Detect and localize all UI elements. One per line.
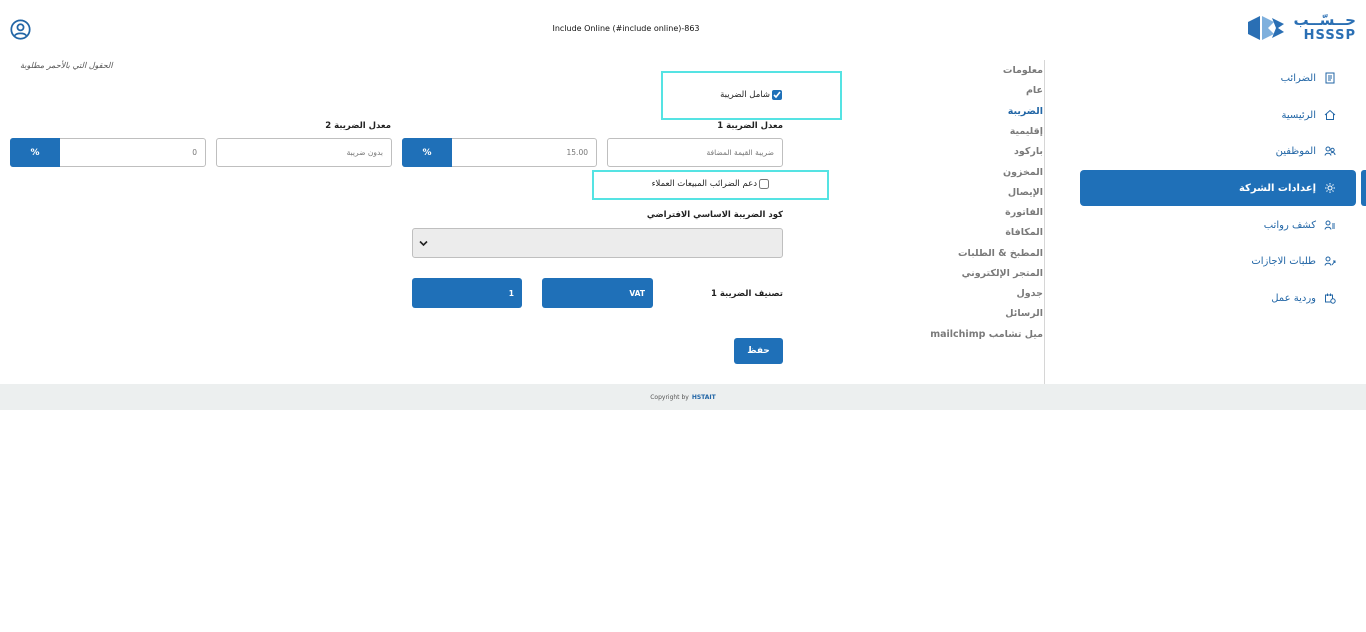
subnav-item-receipt[interactable]: الإيصال [1008, 187, 1043, 198]
tax-class-value-button[interactable]: 1 [412, 278, 522, 308]
tax-inclusive-highlight: شامل الضريبة [661, 71, 842, 120]
subnav-item-kitchen-orders[interactable]: المطبخ & الطلبات [958, 248, 1043, 259]
tax1-rate-value: 15.00 [566, 148, 588, 157]
users-icon [1324, 146, 1336, 156]
tax-inclusive-label: شامل الضريبة [720, 90, 770, 100]
logo-english: HSSSP [1303, 28, 1356, 43]
logo: حــسّــب HSSSP [1246, 10, 1356, 46]
page-title: Include Online (#include online)-863 [552, 24, 700, 33]
payroll-icon [1324, 220, 1335, 230]
sidebar-item-label: إعدادات الشركة [1238, 182, 1316, 194]
subnav-item-mailchimp[interactable]: mailchimp ميل تشامب [930, 329, 1043, 340]
footer: Copyright by HSTAIT [0, 384, 1366, 410]
tax-rate1-label: معدل الضريبة 1 [717, 121, 783, 131]
tax1-name-input[interactable]: ضريبة القيمة المضافة [607, 138, 783, 167]
subnav-item-reward[interactable]: المكافاة [1005, 227, 1043, 238]
sidebar-item-label: الموظفين [1275, 145, 1316, 157]
tax2-name-input[interactable]: بدون ضريبة [216, 138, 392, 167]
sidebar-item-label: الرئيسية [1281, 109, 1316, 121]
customer-sales-tax-row: دعم الضرائب المبيعات العملاء [652, 179, 769, 189]
subnav-item-online-store[interactable]: المتجر الإلكتروني [962, 268, 1043, 279]
receipt-icon [1325, 72, 1335, 84]
section-divider [1044, 60, 1045, 384]
sidebar-item-work-shift[interactable]: وردية عمل [1080, 280, 1356, 316]
user-profile-icon[interactable] [10, 19, 31, 40]
tax-class-label: تصنيف الضريبة 1 [710, 289, 783, 299]
tax-inclusive-row: شامل الضريبة [720, 90, 782, 100]
customer-sales-tax-label: دعم الضرائب المبيعات العملاء [651, 179, 757, 189]
home-icon [1324, 109, 1336, 120]
subnav-item-regional[interactable]: إقليمية [1010, 126, 1043, 137]
sidebar-item-company-settings[interactable]: إعدادات الشركة [1080, 170, 1356, 206]
sidebar-item-label: الضرائب [1280, 72, 1316, 84]
chevron-down-icon [419, 240, 428, 247]
sidebar-item-employees[interactable]: الموظفين [1080, 133, 1356, 169]
tax-class-vat-button[interactable]: VAT [542, 278, 653, 308]
footer-brand-link[interactable]: HSTAIT [692, 394, 716, 401]
footer-copyright: Copyright by [650, 393, 689, 401]
tax-rate2-label: معدل الضريبة 2 [325, 121, 391, 131]
active-indicator [1361, 170, 1366, 206]
save-button[interactable]: حفظ [734, 338, 783, 364]
subnav-item-invoice[interactable]: الفاتورة [1005, 207, 1043, 218]
leave-icon [1324, 256, 1336, 266]
customer-sales-tax-checkbox[interactable] [759, 179, 769, 189]
sidebar-item-label: كشف رواتب [1263, 219, 1316, 231]
tax2-rate-value: 0 [192, 148, 197, 157]
gear-icon [1325, 183, 1335, 193]
tax-inclusive-checkbox[interactable] [772, 90, 782, 100]
sidebar-item-home[interactable]: الرئيسية [1080, 97, 1356, 133]
customer-sales-tax-highlight: دعم الضرائب المبيعات العملاء [592, 170, 829, 200]
subnav-item-tax[interactable]: الضريبة [1008, 106, 1043, 117]
logo-mark-icon [1248, 16, 1284, 40]
sidebar-item-taxes[interactable]: الضرائب [1080, 60, 1356, 96]
sidebar-item-leave-requests[interactable]: طلبات الاجازات [1080, 243, 1356, 279]
tax1-percent-addon: % [402, 138, 452, 167]
sidebar-item-label: طلبات الاجازات [1251, 255, 1316, 267]
tax2-percent-addon: % [10, 138, 60, 167]
subnav-item-general[interactable]: عام [1026, 85, 1043, 96]
sidebar-item-payroll[interactable]: كشف رواتب [1080, 207, 1356, 243]
default-tax-code-select[interactable] [412, 228, 783, 258]
shift-icon [1325, 293, 1336, 304]
logo-arabic: حــسّــب [1293, 11, 1356, 29]
default-tax-code-label: كود الضريبة الاساسي الافتراضي [646, 210, 783, 220]
subnav-item-info[interactable]: معلومات [1003, 65, 1043, 76]
subnav-item-schedule[interactable]: جدول [1017, 288, 1043, 299]
sidebar-item-label: وردية عمل [1271, 292, 1316, 304]
subnav-item-barcode[interactable]: باركود [1014, 146, 1043, 157]
required-fields-note: الحقول التي بالأحمر مطلوبة [20, 61, 113, 70]
subnav-item-messages[interactable]: الرسائل [1005, 308, 1043, 319]
subnav-item-inventory[interactable]: المخزون [1003, 167, 1043, 178]
